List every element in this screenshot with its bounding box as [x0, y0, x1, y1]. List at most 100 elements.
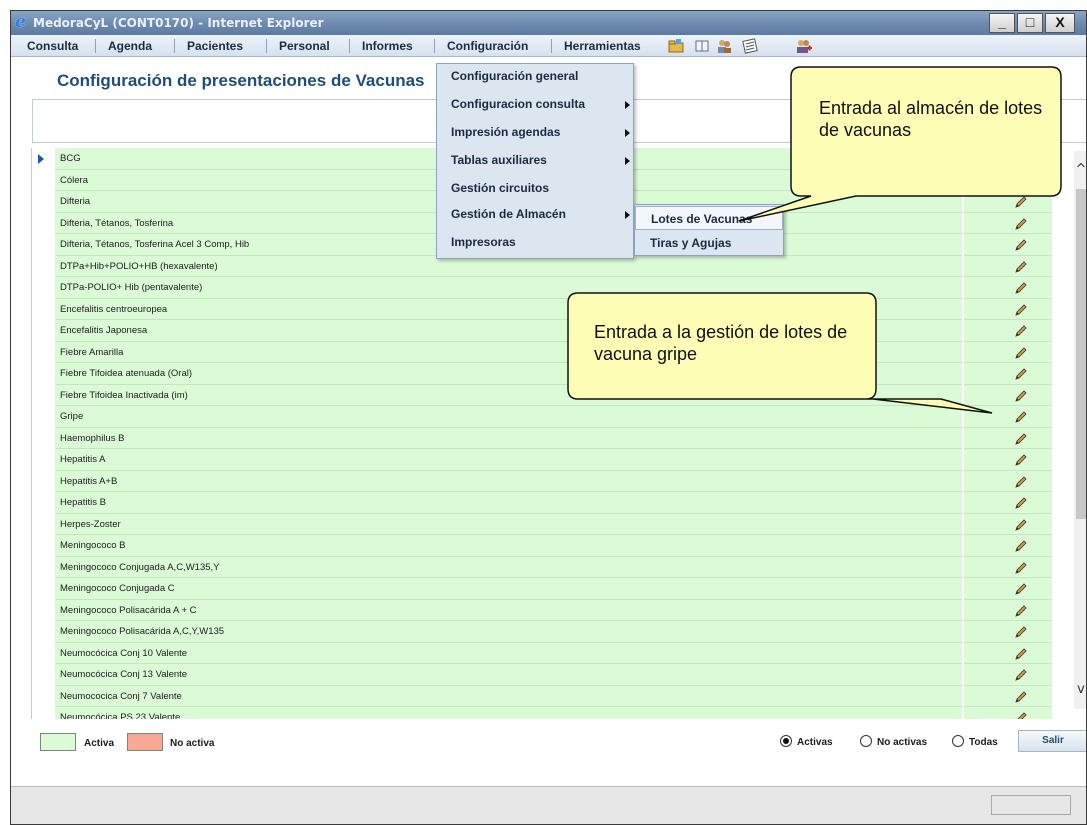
row-selector[interactable]: [32, 685, 54, 707]
row-selector[interactable]: [32, 599, 54, 621]
row-selector[interactable]: [32, 148, 54, 170]
users-icon[interactable]: [716, 38, 732, 54]
edit-pencil-icon[interactable]: [1014, 389, 1028, 403]
edit-pencil-icon[interactable]: [1014, 432, 1028, 446]
edit-pencil-icon[interactable]: [1014, 324, 1028, 338]
close-button[interactable]: X: [1045, 13, 1075, 33]
menu-herramientas[interactable]: Herramientas: [564, 39, 641, 53]
filter-all-label[interactable]: Todas: [969, 737, 998, 748]
row-selector[interactable]: [32, 578, 54, 600]
row-selector[interactable]: [32, 255, 54, 277]
edit-pencil-icon[interactable]: [1014, 711, 1028, 719]
menu-impresoras[interactable]: Impresoras: [451, 235, 516, 249]
edit-pencil-icon[interactable]: [1014, 217, 1028, 231]
row-selector[interactable]: [32, 212, 54, 234]
table-row[interactable]: Fiebre Tifoidea Inactivada (im): [32, 384, 1052, 406]
row-selector[interactable]: [32, 320, 54, 342]
filter-inactive-label[interactable]: No activas: [877, 737, 927, 748]
book-icon[interactable]: [694, 38, 710, 54]
row-selector[interactable]: [32, 406, 54, 428]
table-row[interactable]: Fiebre Amarilla: [32, 341, 1052, 363]
folder-icon[interactable]: [668, 38, 684, 54]
edit-pencil-icon[interactable]: [1014, 690, 1028, 704]
row-selector[interactable]: [32, 492, 54, 514]
edit-pencil-icon[interactable]: [1014, 668, 1028, 682]
row-selector[interactable]: [32, 642, 54, 664]
table-row[interactable]: Neumocócica Conj 10 Valente: [32, 642, 1052, 664]
table-row[interactable]: Neumocócica Conj 13 Valente: [32, 664, 1052, 686]
row-selector[interactable]: [32, 556, 54, 578]
edit-pencil-icon[interactable]: [1014, 518, 1028, 532]
edit-pencil-icon[interactable]: [1014, 152, 1028, 166]
table-row[interactable]: Meningococo Conjugada A,C,W135,Y: [32, 556, 1052, 578]
menu-gestion-circuitos[interactable]: Gestión circuitos: [451, 181, 549, 195]
row-selector[interactable]: [32, 277, 54, 299]
menu-personal[interactable]: Personal: [279, 39, 330, 53]
row-selector[interactable]: [32, 191, 54, 213]
edit-pencil-icon[interactable]: [1014, 604, 1028, 618]
filter-all-radio[interactable]: [952, 735, 964, 747]
row-selector[interactable]: [32, 449, 54, 471]
edit-pencil-icon[interactable]: [1014, 475, 1028, 489]
menu-consulta[interactable]: Consulta: [27, 39, 78, 53]
edit-pencil-icon[interactable]: [1014, 195, 1028, 209]
menu-gestion-almacen[interactable]: Gestión de Almacén: [451, 207, 566, 221]
row-selector[interactable]: [32, 535, 54, 557]
row-selector[interactable]: [32, 298, 54, 320]
edit-pencil-icon[interactable]: [1014, 582, 1028, 596]
table-row[interactable]: Meningococo Conjugada C: [32, 578, 1052, 600]
row-selector[interactable]: [32, 341, 54, 363]
menu-agenda[interactable]: Agenda: [108, 39, 152, 53]
list-icon[interactable]: [742, 38, 758, 54]
filter-inactive-radio[interactable]: [860, 735, 872, 747]
edit-pencil-icon[interactable]: [1014, 238, 1028, 252]
exit-button[interactable]: Salir: [1018, 730, 1086, 752]
table-row[interactable]: Neumocócica PS 23 Valente: [32, 707, 1052, 719]
filter-active-radio[interactable]: [780, 735, 792, 747]
row-selector[interactable]: [32, 363, 54, 385]
edit-pencil-icon[interactable]: [1014, 367, 1028, 381]
table-row[interactable]: Encefalitis centroeuropea: [32, 298, 1052, 320]
submenu-lotes-vacunas[interactable]: Lotes de Vacunas: [635, 206, 783, 230]
table-row[interactable]: Meningococo Polisacárida A,C,Y,W135: [32, 621, 1052, 643]
row-selector[interactable]: [32, 621, 54, 643]
table-row[interactable]: Meningococo B: [32, 535, 1052, 557]
table-row[interactable]: Fiebre Tifoidea atenuada (Oral): [32, 363, 1052, 385]
user-add-icon[interactable]: [795, 38, 812, 54]
edit-pencil-icon[interactable]: [1014, 625, 1028, 639]
edit-pencil-icon[interactable]: [1014, 453, 1028, 467]
edit-pencil-icon[interactable]: [1014, 561, 1028, 575]
scroll-up-icon[interactable]: ^: [1074, 161, 1086, 179]
scroll-down-icon[interactable]: v: [1074, 681, 1086, 699]
edit-pencil-icon[interactable]: [1014, 303, 1028, 317]
edit-pencil-icon[interactable]: [1014, 281, 1028, 295]
maximize-button[interactable]: □: [1017, 13, 1043, 33]
table-row[interactable]: Haemophilus B: [32, 427, 1052, 449]
table-row[interactable]: Hepatitis B: [32, 492, 1052, 514]
table-row[interactable]: DTPa-POLIO+ Hib (pentavalente): [32, 277, 1052, 299]
table-row[interactable]: Herpes-Zoster: [32, 513, 1052, 535]
menu-informes[interactable]: Informes: [362, 39, 413, 53]
edit-pencil-icon[interactable]: [1014, 539, 1028, 553]
row-selector[interactable]: [32, 470, 54, 492]
row-selector[interactable]: [32, 427, 54, 449]
filter-active-label[interactable]: Activas: [797, 737, 833, 748]
edit-pencil-icon[interactable]: [1014, 647, 1028, 661]
menu-configuracion-consulta[interactable]: Configuracion consulta: [451, 97, 585, 111]
menu-configuracion-general[interactable]: Configuración general: [451, 69, 578, 83]
minimize-button[interactable]: _: [989, 13, 1015, 33]
edit-pencil-icon[interactable]: [1014, 410, 1028, 424]
table-row[interactable]: Hepatitis A: [32, 449, 1052, 471]
row-selector[interactable]: [32, 707, 54, 719]
edit-pencil-icon[interactable]: [1014, 346, 1028, 360]
edit-pencil-icon[interactable]: [1014, 174, 1028, 188]
vertical-scrollbar[interactable]: ^ v: [1074, 151, 1086, 709]
row-selector[interactable]: [32, 513, 54, 535]
submenu-tiras-agujas[interactable]: Tiras y Agujas: [635, 231, 783, 255]
table-row[interactable]: Neumococica Conj 7 Valente: [32, 685, 1052, 707]
row-selector[interactable]: [32, 384, 54, 406]
row-selector[interactable]: [32, 664, 54, 686]
table-row[interactable]: Hepatitis A+B: [32, 470, 1052, 492]
table-row[interactable]: Gripe: [32, 406, 1052, 428]
row-selector[interactable]: [32, 234, 54, 256]
